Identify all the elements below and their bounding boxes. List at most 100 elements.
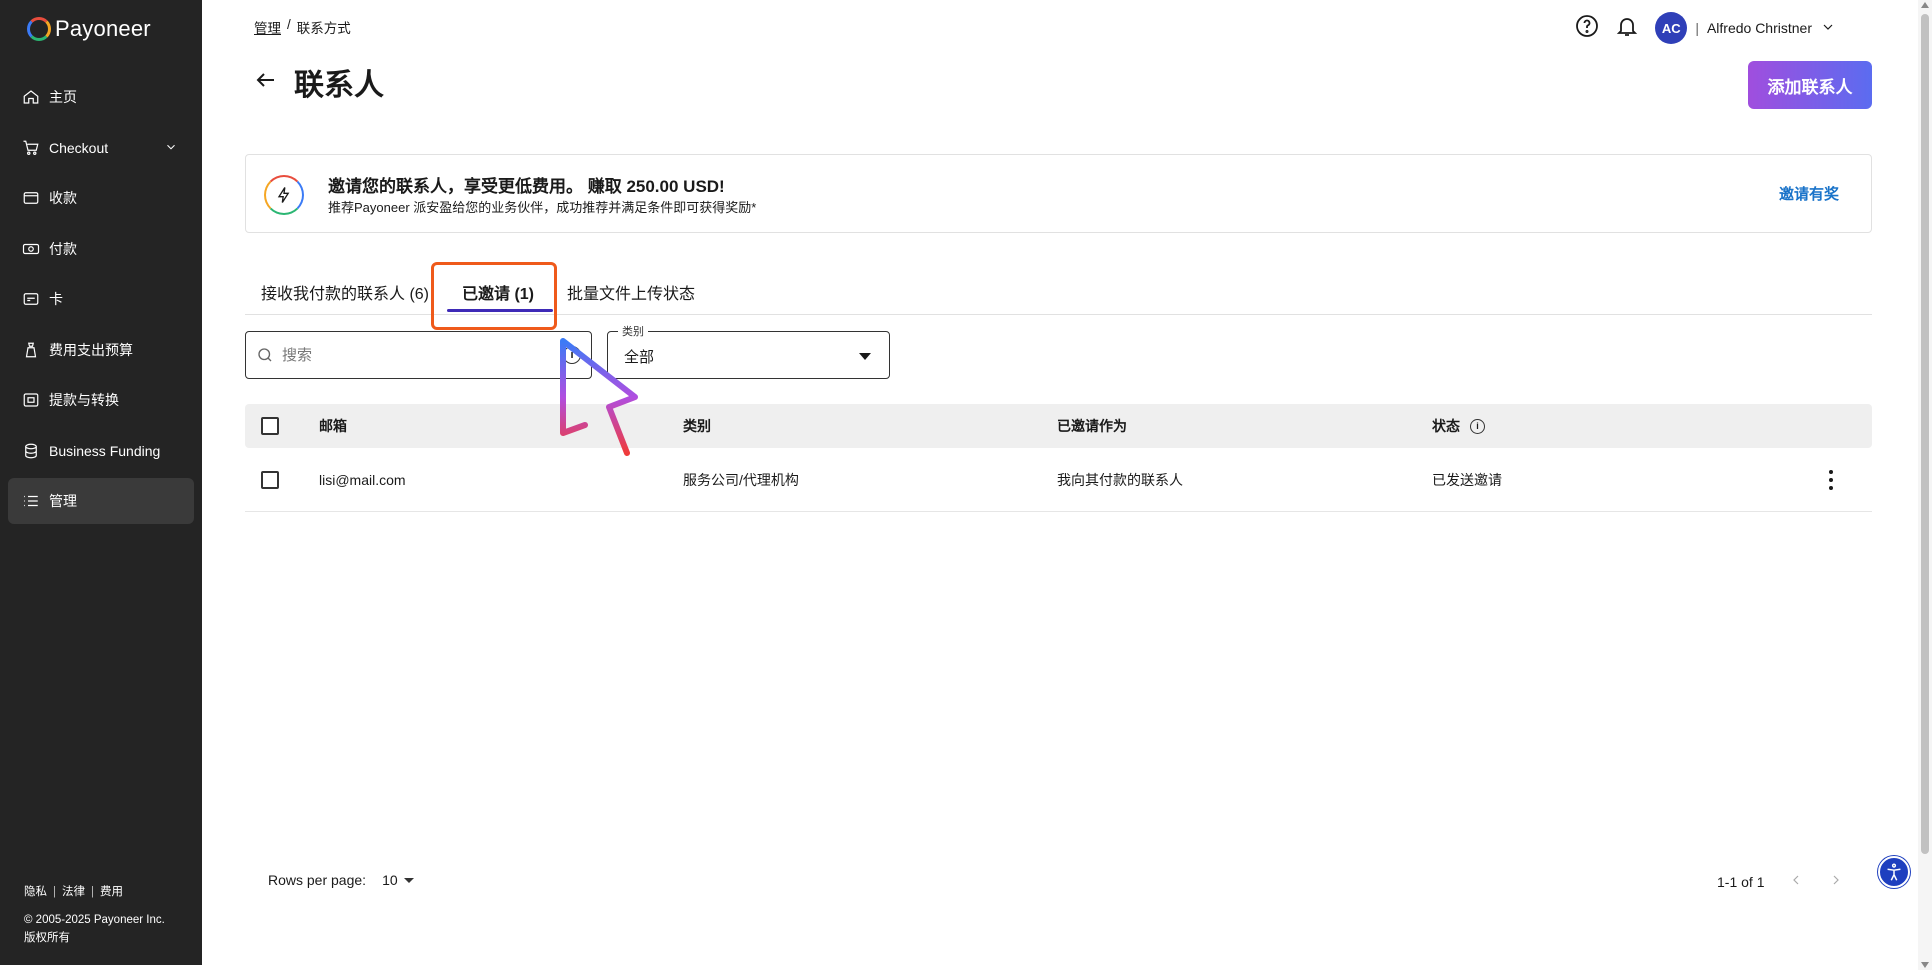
sidebar-item-pay[interactable]: 付款 (8, 226, 194, 272)
sidebar-item-receive[interactable]: 收款 (8, 175, 194, 221)
budget-icon (22, 341, 40, 359)
sidebar-item-label: 费用支出预算 (49, 341, 133, 358)
sidebar-item-budget[interactable]: 费用支出预算 (8, 327, 194, 373)
tab-bulk-upload-status[interactable]: 批量文件上传状态 (567, 280, 695, 304)
fees-link[interactable]: 费用 (100, 883, 123, 901)
column-header-email[interactable]: 邮箱 (319, 416, 347, 436)
sidebar-item-manage[interactable]: 管理 (8, 478, 194, 524)
scroll-down-icon[interactable] (1921, 962, 1929, 968)
cell-invited-as: 我向其付款的联系人 (1057, 471, 1183, 488)
user-menu[interactable]: | Alfredo Christner (1695, 19, 1836, 38)
logo-ring-icon (27, 17, 51, 41)
sidebar-item-label: 卡 (49, 291, 63, 307)
column-header-status: 状态 i (1432, 416, 1485, 436)
sidebar-item-label: Business Funding (49, 442, 161, 459)
invite-reward-link[interactable]: 邀请有奖 (1779, 183, 1839, 204)
payoneer-logo[interactable]: Payoneer (27, 16, 151, 42)
sidebar-item-business-funding[interactable]: Business Funding (8, 428, 194, 474)
sidebar-item-withdraw[interactable]: 提款与转换 (8, 377, 194, 423)
search-icon (258, 348, 272, 362)
rows-per-page-value: 10 (382, 872, 398, 888)
logo-text: Payoneer (55, 16, 151, 41)
avatar[interactable]: AC (1655, 12, 1688, 44)
wallet-icon (22, 189, 40, 207)
rows-per-page-select[interactable]: 10 (382, 872, 414, 888)
mouse-cursor-icon (560, 338, 638, 456)
copyright-text: © 2005-2025 Payoneer Inc. (24, 914, 165, 926)
payment-icon (22, 240, 40, 258)
page-title: 联系人 (294, 69, 384, 102)
sidebar-item-label: 付款 (49, 240, 77, 257)
more-vertical-icon[interactable] (1828, 470, 1834, 490)
rows-per-page-label: Rows per page: (268, 872, 367, 888)
pagination-controls: 1-1 of 1 (1717, 872, 1844, 891)
breadcrumb-separator: / (287, 17, 291, 32)
breadcrumb: 管理 / 联系方式 (254, 17, 351, 37)
tab-highlight-box (431, 262, 557, 330)
bell-icon[interactable] (1615, 14, 1639, 43)
rows-per-page: Rows per page: 10 (268, 872, 414, 888)
table-header: 邮箱 类别 已邀请作为 状态 i (245, 404, 1872, 448)
lightning-icon (264, 175, 304, 215)
main-content: 管理 / 联系方式 联系人 AC | Alfredo Christner 添加联… (202, 0, 1922, 965)
footer-separator: | (53, 886, 56, 898)
chevron-down-icon[interactable] (164, 140, 178, 154)
select-all-checkbox[interactable] (261, 417, 279, 435)
scroll-up-icon[interactable] (1921, 2, 1929, 8)
legal-link[interactable]: 法律 (62, 883, 85, 901)
sidebar-nav: 主页 Checkout 收款 付款 卡 费用支出预算 提款与转换 Busines… (8, 74, 194, 529)
chevron-down-icon (1820, 19, 1836, 38)
card-icon (22, 290, 40, 308)
breadcrumb-current: 联系方式 (296, 21, 351, 36)
search-input[interactable] (282, 346, 552, 364)
scroll-thumb[interactable] (1921, 14, 1929, 854)
sidebar-item-label: Checkout (49, 139, 109, 156)
search-field[interactable]: i (245, 331, 592, 379)
top-bar: AC | Alfredo Christner (1575, 12, 1836, 44)
cell-status: 已发送邀请 (1432, 471, 1502, 488)
sidebar-item-label: 管理 (49, 493, 77, 509)
list-icon (22, 492, 40, 510)
footer-separator: | (91, 886, 94, 898)
info-icon[interactable]: i (1470, 418, 1485, 434)
column-header-status-label[interactable]: 状态 (1432, 416, 1460, 436)
cell-email: lisi@mail.com (319, 471, 406, 488)
cell-category: 服务公司/代理机构 (683, 471, 799, 488)
sidebar-item-label: 提款与转换 (49, 392, 119, 408)
chevron-left-icon[interactable] (1788, 872, 1804, 891)
category-select[interactable]: 类别 全部 (607, 323, 890, 379)
sidebar-footer: 隐私 | 法律 | 费用 © 2005-2025 Payoneer Inc. 版… (24, 883, 165, 947)
add-contact-button[interactable]: 添加联系人 (1748, 61, 1872, 109)
accessibility-icon[interactable] (1878, 856, 1910, 888)
vertical-scrollbar[interactable] (1918, 0, 1932, 970)
sidebar-item-checkout[interactable]: Checkout (8, 125, 194, 171)
arrow-left-icon[interactable] (254, 68, 278, 97)
cart-icon (22, 139, 40, 157)
banner-title: 邀请您的联系人，享受更低费用。 赚取 250.00 USD! (328, 177, 725, 196)
footer-links: 隐私 | 法律 | 费用 (24, 883, 165, 901)
table-row[interactable]: lisi@mail.com 服务公司/代理机构 我向其付款的联系人 已发送邀请 (245, 448, 1872, 512)
app-root: Payoneer 主页 Checkout 收款 付款 卡 费用支出预算 提款与转… (0, 0, 1932, 970)
breadcrumb-manage-link[interactable]: 管理 (254, 17, 281, 37)
referral-banner: 邀请您的联系人，享受更低费用。 赚取 250.00 USD! 推荐Payonee… (245, 154, 1872, 233)
sidebar: Payoneer 主页 Checkout 收款 付款 卡 费用支出预算 提款与转… (0, 0, 202, 965)
caret-down-icon (859, 353, 871, 360)
sidebar-item-label: 主页 (49, 89, 77, 105)
column-header-category[interactable]: 类别 (683, 416, 711, 436)
banner-subtitle: 推荐Payoneer 派安盈给您的业务伙伴，成功推荐并满足条件即可获得奖励* (328, 200, 757, 215)
chevron-right-icon[interactable] (1828, 872, 1844, 891)
row-checkbox[interactable] (261, 470, 279, 489)
help-icon[interactable] (1575, 14, 1599, 43)
funding-icon (22, 442, 40, 460)
pagination-range: 1-1 of 1 (1717, 873, 1765, 890)
user-separator: | (1695, 20, 1699, 36)
home-icon (22, 88, 40, 106)
invited-contacts-table: 邮箱 类别 已邀请作为 状态 i lisi@mail.com 服务公司/代理机构… (245, 404, 1872, 512)
column-header-invited-as[interactable]: 已邀请作为 (1057, 416, 1127, 436)
tab-paid-contacts[interactable]: 接收我付款的联系人 (6) (261, 280, 429, 304)
sidebar-item-label: 收款 (49, 190, 77, 206)
privacy-link[interactable]: 隐私 (24, 883, 47, 901)
sidebar-item-home[interactable]: 主页 (8, 74, 194, 120)
sidebar-item-card[interactable]: 卡 (8, 276, 194, 322)
withdraw-icon (22, 391, 40, 409)
